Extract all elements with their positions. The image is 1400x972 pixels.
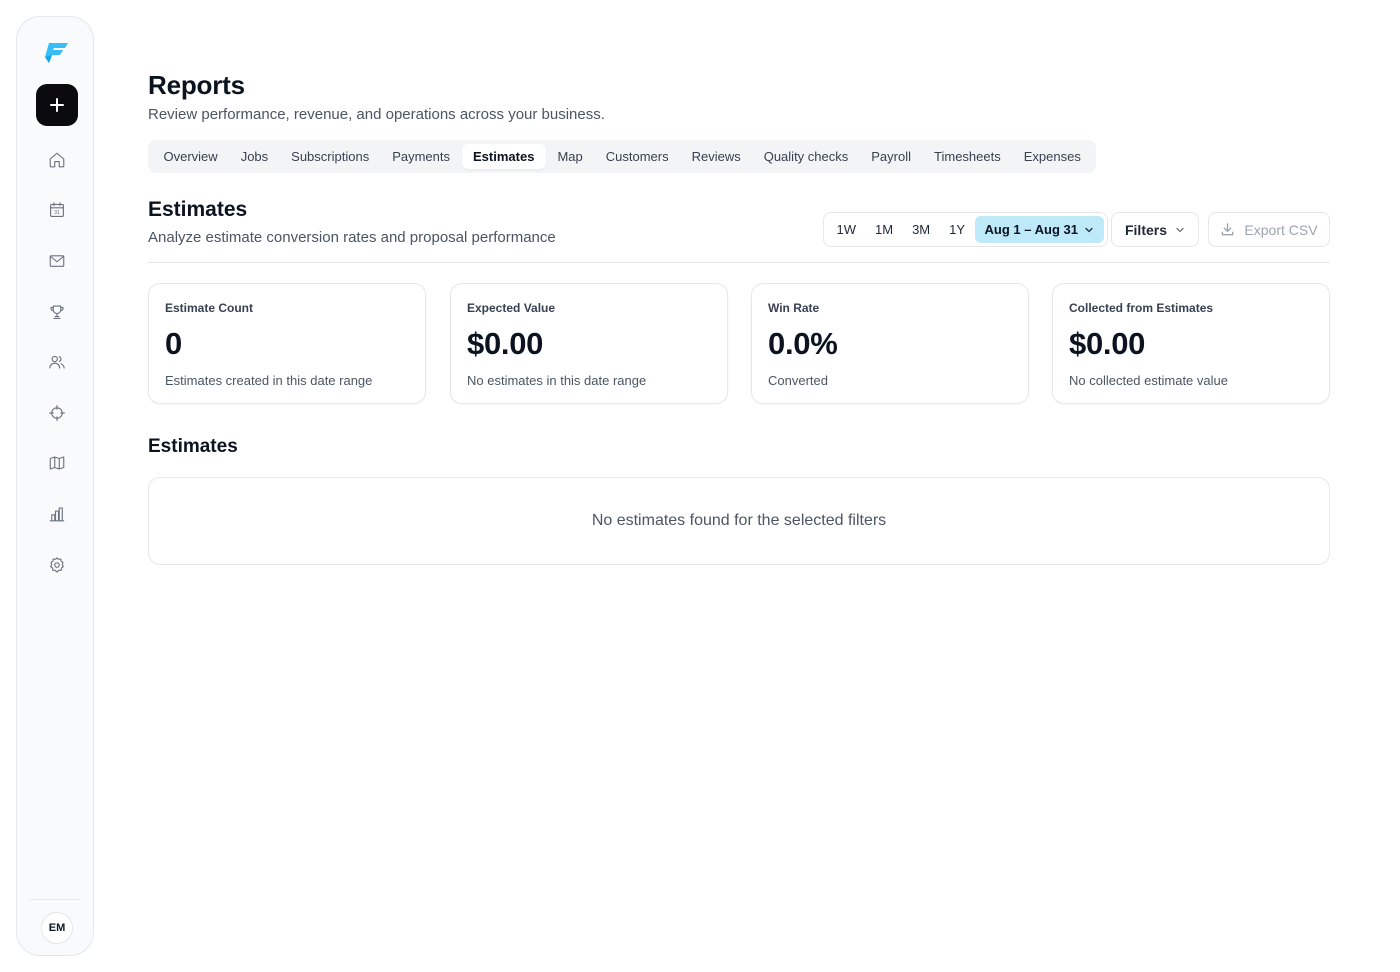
card-note: No estimates in this date range bbox=[467, 373, 647, 388]
tab-estimates[interactable]: Estimates bbox=[461, 144, 546, 169]
sidebar-divider bbox=[29, 899, 81, 900]
plus-icon bbox=[50, 98, 64, 112]
export-csv-button[interactable]: Export CSV bbox=[1208, 212, 1330, 247]
nav-settings-icon[interactable] bbox=[46, 554, 68, 576]
stat-card-estimate-count: Estimate Count 0 Estimates created in th… bbox=[148, 283, 426, 404]
card-label: Win Rate bbox=[768, 301, 820, 315]
estimates-table-title: Estimates bbox=[148, 436, 238, 457]
tab-payments[interactable]: Payments bbox=[381, 144, 462, 169]
nav-trophy-icon[interactable] bbox=[46, 301, 68, 323]
page-subtitle: Review performance, revenue, and operati… bbox=[148, 106, 605, 123]
stat-card-collected: Collected from Estimates $0.00 No collec… bbox=[1052, 283, 1330, 404]
chevron-down-icon bbox=[1085, 227, 1093, 232]
card-value: 0.0% bbox=[768, 326, 838, 361]
stat-card-win-rate: Win Rate 0.0% Converted bbox=[751, 283, 1029, 404]
chevron-down-icon bbox=[1176, 227, 1184, 232]
page-title: Reports bbox=[148, 70, 245, 100]
nav-bar-chart-icon[interactable] bbox=[46, 503, 68, 525]
tab-subscriptions[interactable]: Subscriptions bbox=[280, 144, 381, 169]
section-subtitle: Analyze estimate conversion rates and pr… bbox=[148, 229, 556, 246]
card-value: 0 bbox=[165, 326, 182, 361]
tab-overview[interactable]: Overview bbox=[152, 144, 229, 169]
range-1m-button[interactable]: 1M bbox=[866, 216, 903, 243]
card-value: $0.00 bbox=[1069, 326, 1146, 361]
range-1w-button[interactable]: 1W bbox=[827, 216, 866, 243]
section-divider bbox=[148, 262, 1330, 263]
empty-state-message: No estimates found for the selected filt… bbox=[591, 512, 887, 529]
add-button[interactable] bbox=[36, 84, 78, 126]
app-logo[interactable] bbox=[41, 37, 73, 69]
filters-button[interactable]: Filters bbox=[1111, 212, 1199, 247]
nav-home-icon[interactable] bbox=[46, 149, 68, 171]
nav-calendar-icon[interactable]: 31 bbox=[46, 199, 68, 221]
tab-expenses[interactable]: Expenses bbox=[1012, 144, 1092, 169]
date-range-selector: 1W 1M 3M 1Y Aug 1 – Aug 31 bbox=[823, 212, 1108, 247]
svg-text:31: 31 bbox=[54, 210, 60, 216]
tab-map[interactable]: Map bbox=[546, 144, 594, 169]
stat-card-expected-value: Expected Value $0.00 No estimates in thi… bbox=[450, 283, 728, 404]
filters-label: Filters bbox=[1124, 221, 1167, 238]
date-range-dropdown[interactable]: Aug 1 – Aug 31 bbox=[974, 216, 1104, 243]
tab-customers[interactable]: Customers bbox=[594, 144, 680, 169]
nav-crosshair-icon[interactable] bbox=[46, 402, 68, 424]
tab-payroll[interactable]: Payroll bbox=[860, 144, 923, 169]
range-1y-button[interactable]: 1Y bbox=[940, 216, 975, 243]
nav-mail-icon[interactable] bbox=[46, 250, 68, 272]
card-note: Estimates created in this date range bbox=[165, 373, 373, 388]
card-label: Estimate Count bbox=[165, 301, 254, 315]
card-value: $0.00 bbox=[467, 326, 544, 361]
nav-map-icon[interactable] bbox=[46, 452, 68, 474]
tab-timesheets[interactable]: Timesheets bbox=[923, 144, 1013, 169]
nav-users-icon[interactable] bbox=[46, 351, 68, 373]
user-avatar[interactable]: EM bbox=[41, 912, 73, 944]
card-label: Expected Value bbox=[467, 301, 556, 315]
download-icon bbox=[1222, 223, 1234, 236]
card-note: Converted bbox=[768, 373, 828, 388]
card-note: No collected estimate value bbox=[1069, 373, 1228, 388]
tab-jobs[interactable]: Jobs bbox=[229, 144, 279, 169]
export-csv-label: Export CSV bbox=[1244, 221, 1318, 238]
section-title: Estimates bbox=[148, 198, 248, 221]
sidebar: 31 EM bbox=[16, 16, 94, 956]
report-tabs: Overview Jobs Subscriptions Payments Est… bbox=[148, 140, 1097, 173]
date-range-label: Aug 1 – Aug 31 bbox=[984, 222, 1078, 237]
tab-reviews[interactable]: Reviews bbox=[680, 144, 752, 169]
card-label: Collected from Estimates bbox=[1069, 301, 1214, 315]
range-3m-button[interactable]: 3M bbox=[903, 216, 940, 243]
tab-quality-checks[interactable]: Quality checks bbox=[752, 144, 860, 169]
empty-state: No estimates found for the selected filt… bbox=[148, 477, 1330, 565]
